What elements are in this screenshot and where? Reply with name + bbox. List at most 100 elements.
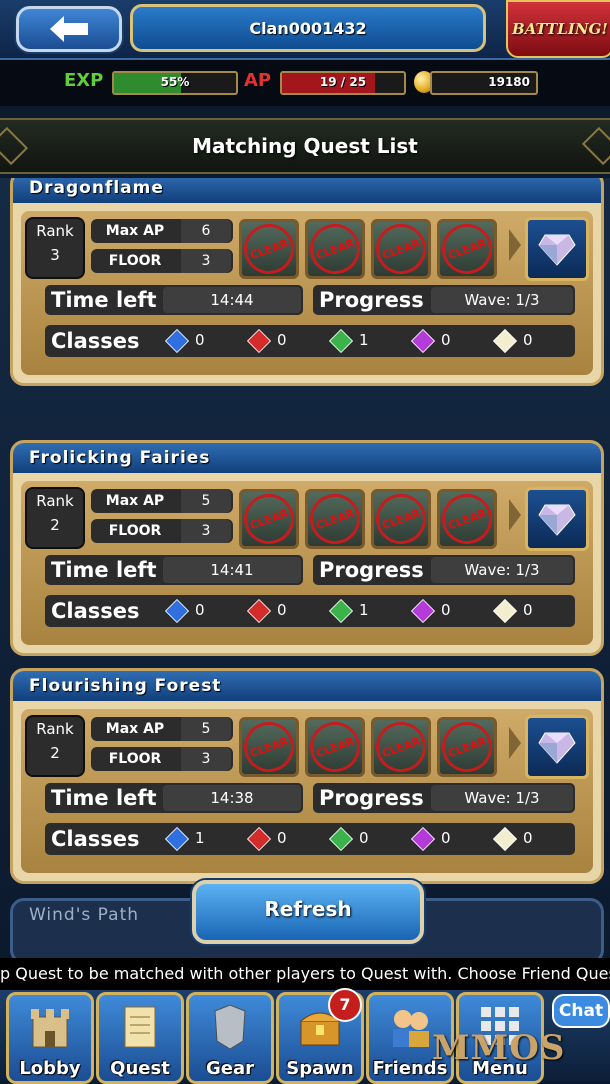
red-class-gem-icon bbox=[246, 598, 272, 624]
progress-row: Progress Wave: 1/3 bbox=[313, 285, 575, 315]
coin-meter: 19180 bbox=[430, 71, 538, 95]
quest-card-body: Rank 3 Max AP 6 FLOOR 3 CLEAR CLEAR CLEA… bbox=[21, 211, 593, 375]
quest-card[interactable]: Flourishing Forest Rank 2 Max AP 5 FLOOR… bbox=[10, 668, 604, 884]
clear-stamp-icon: CLEAR bbox=[434, 486, 500, 552]
rank-box: Rank 3 bbox=[25, 217, 85, 279]
battling-badge[interactable]: BATTLING! bbox=[506, 0, 610, 58]
ornament-left bbox=[0, 126, 29, 166]
classes-label: Classes bbox=[51, 599, 140, 623]
max-ap-pill: Max AP 5 bbox=[91, 489, 233, 513]
floor-value: 3 bbox=[181, 747, 231, 771]
rank-label: Rank bbox=[36, 720, 74, 738]
ap-value: 19 / 25 bbox=[319, 75, 367, 89]
time-left-row: Time left 14:38 bbox=[45, 783, 303, 813]
purple-class-gem-icon bbox=[410, 328, 436, 354]
progress-label: Progress bbox=[319, 786, 424, 810]
cleared-floor-slot: CLEAR bbox=[434, 486, 500, 552]
class-count: 0 bbox=[410, 826, 453, 852]
clear-stamp-icon: CLEAR bbox=[236, 486, 302, 552]
floor-value: 3 bbox=[181, 519, 231, 543]
castle-icon bbox=[31, 1009, 69, 1048]
class-count-value: 0 bbox=[195, 331, 205, 349]
progress-label: Progress bbox=[319, 288, 424, 312]
quest-name: Dragonflame bbox=[13, 178, 601, 203]
progress-value: Wave: 1/3 bbox=[431, 785, 573, 811]
nav-lobby-button[interactable]: Lobby bbox=[6, 992, 94, 1084]
floor-value: 3 bbox=[181, 249, 231, 273]
spawn-count-badge: 7 bbox=[328, 988, 362, 1022]
class-count-value: 0 bbox=[441, 829, 451, 847]
max-ap-value: 6 bbox=[181, 219, 231, 243]
refresh-label: Refresh bbox=[264, 897, 352, 921]
class-count-value: 1 bbox=[359, 601, 369, 619]
quest-card-body: Rank 2 Max AP 5 FLOOR 3 CLEAR CLEAR CLEA… bbox=[21, 481, 593, 645]
battling-label: BATTLING! bbox=[512, 20, 608, 38]
rank-value: 3 bbox=[50, 246, 60, 264]
quest-list[interactable]: Dragonflame Rank 3 Max AP 6 FLOOR 3 CLEA… bbox=[0, 178, 610, 958]
class-count: 0 bbox=[492, 328, 535, 354]
class-count: 0 bbox=[164, 328, 207, 354]
class-count-value: 0 bbox=[359, 829, 369, 847]
arrow-right-icon bbox=[509, 229, 521, 261]
quest-card[interactable]: Frolicking Fairies Rank 2 Max AP 5 FLOOR… bbox=[10, 440, 604, 656]
max-ap-label: Max AP bbox=[105, 493, 165, 509]
progress-row: Progress Wave: 1/3 bbox=[313, 783, 575, 813]
nav-gear-button[interactable]: Gear bbox=[186, 992, 274, 1084]
clear-stamp-icon: CLEAR bbox=[368, 486, 434, 552]
ap-label: AP bbox=[244, 70, 272, 91]
white-class-book-icon bbox=[492, 598, 518, 624]
blue-class-gem-icon bbox=[164, 328, 190, 354]
class-count-value: 0 bbox=[523, 331, 533, 349]
exp-value: 55% bbox=[160, 75, 190, 89]
classes-label: Classes bbox=[51, 827, 140, 851]
reward-crystal[interactable] bbox=[525, 217, 589, 281]
ticker-text: p Quest to be matched with other players… bbox=[0, 964, 610, 983]
friends-icon bbox=[393, 1010, 429, 1047]
green-class-gem-icon bbox=[328, 598, 354, 624]
classes-row: Classes 1 0 0 0 0 bbox=[45, 823, 575, 855]
max-ap-pill: Max AP 5 bbox=[91, 717, 233, 741]
clear-stamp-icon: CLEAR bbox=[434, 714, 500, 780]
time-left-label: Time left bbox=[51, 288, 157, 312]
arrow-right-icon bbox=[509, 727, 521, 759]
page-title-band: Matching Quest List bbox=[0, 118, 610, 174]
cleared-floor-slot: CLEAR bbox=[434, 216, 500, 282]
max-ap-value: 5 bbox=[181, 717, 231, 741]
quest-name: Flourishing Forest bbox=[13, 671, 601, 701]
back-arrow-icon bbox=[50, 16, 88, 42]
refresh-button[interactable]: Refresh bbox=[192, 880, 424, 944]
purple-class-gem-icon bbox=[410, 598, 436, 624]
nav-label: Quest bbox=[110, 1058, 170, 1079]
cleared-floor-slot: CLEAR bbox=[236, 714, 302, 780]
ap-meter: 19 / 25 bbox=[280, 71, 406, 95]
class-count: 0 bbox=[410, 598, 453, 624]
class-count-value: 0 bbox=[441, 601, 451, 619]
quest-card[interactable]: Dragonflame Rank 3 Max AP 6 FLOOR 3 CLEA… bbox=[10, 178, 604, 386]
rank-box: Rank 2 bbox=[25, 487, 85, 549]
max-ap-pill: Max AP 6 bbox=[91, 219, 233, 243]
clear-stamp-icon: CLEAR bbox=[236, 216, 302, 282]
back-button[interactable] bbox=[16, 6, 122, 52]
rank-value: 2 bbox=[50, 516, 60, 534]
floor-pill: FLOOR 3 bbox=[91, 519, 233, 543]
class-count: 1 bbox=[328, 598, 371, 624]
floor-pill: FLOOR 3 bbox=[91, 747, 233, 771]
coin-value: 19180 bbox=[488, 75, 530, 89]
reward-crystal[interactable] bbox=[525, 715, 589, 779]
cleared-floor-slot: CLEAR bbox=[368, 486, 434, 552]
class-count: 0 bbox=[246, 598, 289, 624]
class-count-value: 0 bbox=[441, 331, 451, 349]
class-count-value: 0 bbox=[277, 829, 287, 847]
rank-label: Rank bbox=[36, 222, 74, 240]
quest-name: Frolicking Fairies bbox=[13, 443, 601, 473]
crystal-icon bbox=[538, 234, 576, 266]
cleared-floor-slot: CLEAR bbox=[434, 714, 500, 780]
clear-stamp-icon: CLEAR bbox=[302, 486, 368, 552]
class-count-value: 0 bbox=[195, 601, 205, 619]
reward-crystal[interactable] bbox=[525, 487, 589, 551]
rank-label: Rank bbox=[36, 492, 74, 510]
cleared-floor-slot: CLEAR bbox=[368, 714, 434, 780]
nav-quest-button[interactable]: Quest bbox=[96, 992, 184, 1084]
crystal-icon bbox=[538, 504, 576, 536]
chat-button[interactable]: Chat bbox=[552, 994, 610, 1028]
